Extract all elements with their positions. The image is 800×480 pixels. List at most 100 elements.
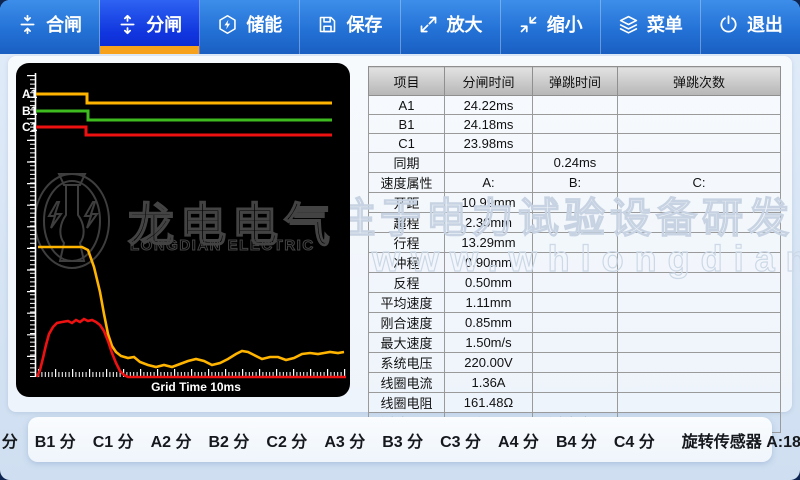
table-cell: 同期 [369,153,445,173]
footer-status-bar: A1 分B1 分C1 分A2 分B2 分C2 分A3 分B3 分C3 分A4 分… [28,417,772,462]
table-cell [533,213,618,233]
table-cell: 1.11mm [445,293,533,313]
phase-status-item: B1 分 [35,428,76,452]
table-cell [618,393,781,413]
table-cell [618,373,781,393]
tab-menu[interactable]: 菜单 [601,0,701,54]
table-header-cell: 项目 [369,67,445,96]
phase-status-item: B3 分 [382,428,423,452]
waveform-chart: 龙电电气 LONGDIAN ELECTRIC [16,63,350,397]
table-cell: A: [445,173,533,193]
table-cell [533,393,618,413]
phase-status-item: C1 分 [93,428,134,452]
table-cell: 平均速度 [369,293,445,313]
trace-a1 [36,94,332,103]
x-axis-ruler [38,373,346,375]
tab-label: 分闸 [146,11,182,37]
toolbar: 合闸 分闸 储能 保存 放大 缩小 [0,0,800,54]
results-table-container: 项目分闸时间弹跳时间弹跳次数 A124.22msB124.18msC123.98… [368,66,780,433]
table-cell [618,115,781,134]
table-header-row: 项目分闸时间弹跳时间弹跳次数 [369,67,781,96]
y-axis-ruler [31,73,36,377]
table-header-cell: 弹跳时间 [533,67,618,96]
tab-exit[interactable]: 退出 [701,0,800,54]
phase-status-item: A1 分 [0,428,18,452]
table-row: C123.98ms [369,134,781,153]
phase-status-item: B2 分 [209,428,250,452]
zoom-out-icon [518,14,539,35]
table-cell [618,273,781,293]
tab-zoom-out[interactable]: 缩小 [501,0,601,54]
longdian-logo-watermark [35,174,109,268]
table-row: 最大速度1.50m/s [369,333,781,353]
table-cell [533,193,618,213]
tab-energy-storage[interactable]: 储能 [200,0,300,54]
menu-icon [618,14,639,35]
table-row: 行程13.29mm [369,233,781,253]
table-cell [533,134,618,153]
save-icon [317,14,338,35]
tab-open-switch[interactable]: 分闸 [100,0,200,54]
zoom-in-icon [418,14,439,35]
table-cell: 161.48Ω [445,393,533,413]
table-cell: 线圈电阻 [369,393,445,413]
tab-label: 保存 [346,11,382,37]
tab-label: 放大 [447,11,483,37]
phase-status-item: A4 分 [498,428,539,452]
tab-label: 合闸 [46,11,82,37]
table-cell: 冲程 [369,253,445,273]
table-cell [445,153,533,173]
open-breaker-icon [117,14,138,35]
table-cell [618,153,781,173]
table-cell: 2.30mm [445,213,533,233]
table-cell: 速度属性 [369,173,445,193]
table-cell: 反程 [369,273,445,293]
tab-close-switch[interactable]: 合闸 [0,0,100,54]
table-cell [533,96,618,115]
table-row: 刚合速度0.85mm [369,313,781,333]
table-cell: C: [618,173,781,193]
table-row: 线圈电阻161.48Ω [369,393,781,413]
phase-status-item: A3 分 [324,428,365,452]
tab-label: 储能 [246,11,282,37]
table-cell [533,313,618,333]
trace-b1 [36,111,332,120]
table-cell: 最大速度 [369,333,445,353]
table-cell [533,293,618,313]
phase-label-b1: B1 [22,104,37,118]
table-row: 超程2.30mm [369,213,781,233]
phase-label-c1: C1 [22,120,37,134]
table-cell [618,96,781,115]
table-row: 平均速度1.11mm [369,293,781,313]
table-row: B124.18ms [369,115,781,134]
table-cell: 1.50m/s [445,333,533,353]
table-cell: A1 [369,96,445,115]
table-cell: C1 [369,134,445,153]
table-cell [533,233,618,253]
phase-status-item: B4 分 [556,428,597,452]
table-cell: 220.00V [445,353,533,373]
trace-coil-current [37,319,346,377]
table-cell [618,134,781,153]
table-cell [533,115,618,134]
tab-save[interactable]: 保存 [300,0,400,54]
table-cell [618,213,781,233]
table-row: 速度属性A:B:C: [369,173,781,193]
table-cell: 0.24ms [533,153,618,173]
tab-zoom-in[interactable]: 放大 [401,0,501,54]
table-cell: 行程 [369,233,445,253]
table-cell: 23.98ms [445,134,533,153]
table-cell: B: [533,173,618,193]
grid-time-label: Grid Time 10ms [106,380,286,394]
table-cell: 24.22ms [445,96,533,115]
tab-label: 缩小 [547,11,583,37]
table-cell: 13.29mm [445,233,533,253]
phase-label-a1: A1 [22,87,37,101]
results-table: 项目分闸时间弹跳时间弹跳次数 A124.22msB124.18msC123.98… [368,66,781,433]
tab-label: 退出 [747,11,783,37]
table-cell [618,293,781,313]
table-row: 同期 0.24ms [369,153,781,173]
table-row: 冲程0.90mm [369,253,781,273]
table-header-cell: 弹跳次数 [618,67,781,96]
table-cell: 0.90mm [445,253,533,273]
